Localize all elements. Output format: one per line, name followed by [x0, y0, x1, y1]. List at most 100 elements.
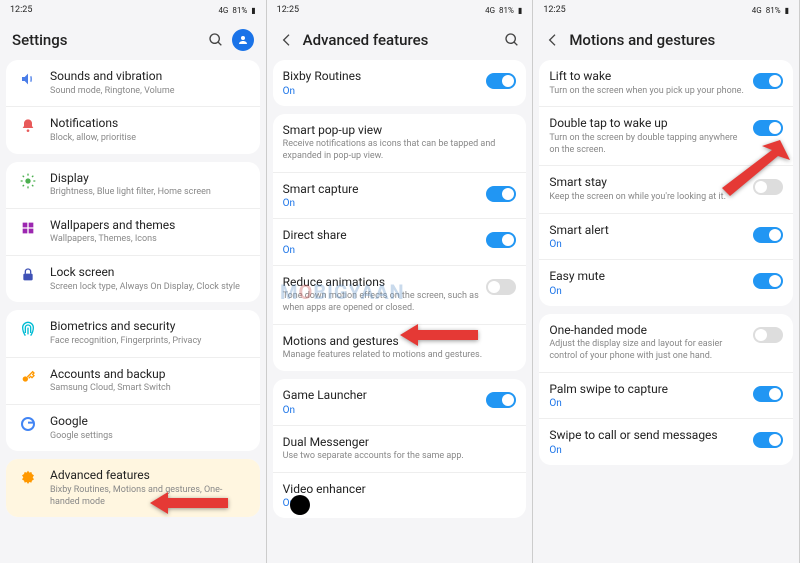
row-status: On — [549, 445, 747, 456]
row-subtitle: Use two separate accounts for the same a… — [283, 451, 517, 463]
row-title: Lift to wake — [549, 69, 747, 85]
row-status: On — [549, 286, 747, 297]
row-title: Motions and gestures — [283, 334, 517, 350]
row-title: Sounds and vibration — [50, 69, 250, 85]
toggle-switch[interactable] — [486, 73, 516, 89]
speaker-icon — [16, 71, 40, 87]
status-bar: 12:25 4G81%▮ — [267, 0, 533, 20]
settings-card: One-handed modeAdjust the display size a… — [539, 314, 793, 465]
sun-icon — [16, 173, 40, 189]
settings-card: Biometrics and securityFace recognition,… — [6, 310, 260, 451]
row-title: Advanced features — [50, 468, 250, 484]
toggle-switch[interactable] — [753, 73, 783, 89]
settings-row[interactable]: Bixby RoutinesOn — [273, 60, 527, 106]
toggle-switch[interactable] — [753, 227, 783, 243]
row-status: On — [549, 239, 747, 250]
settings-row[interactable]: Advanced featuresBixby Routines, Motions… — [6, 459, 260, 517]
page-title: Settings — [12, 31, 200, 49]
row-status: On — [283, 405, 481, 416]
settings-row[interactable]: Smart stayKeep the screen on while you'r… — [539, 165, 793, 212]
row-title: Dual Messenger — [283, 435, 517, 451]
settings-row[interactable]: Direct shareOn — [273, 218, 527, 265]
row-status: On — [283, 86, 481, 97]
settings-card: Smart pop-up viewReceive notifications a… — [273, 114, 527, 371]
row-title: Notifications — [50, 116, 250, 132]
settings-row[interactable]: Smart captureOn — [273, 172, 527, 219]
row-title: Smart alert — [549, 223, 747, 239]
profile-avatar[interactable] — [232, 29, 254, 51]
advanced-features-panel: 12:25 4G81%▮ Advanced features Bixby Rou… — [267, 0, 534, 563]
google-icon — [16, 416, 40, 432]
settings-row[interactable]: Swipe to call or send messagesOn — [539, 418, 793, 465]
settings-card: Bixby RoutinesOn — [273, 60, 527, 106]
settings-row[interactable]: Easy muteOn — [539, 259, 793, 306]
settings-card: Lift to wakeTurn on the screen when you … — [539, 60, 793, 306]
settings-row[interactable]: Accounts and backupSamsung Cloud, Smart … — [6, 357, 260, 404]
row-title: Double tap to wake up — [549, 116, 747, 132]
row-subtitle: Bixby Routines, Motions and gestures, On… — [50, 485, 250, 508]
settings-header: Settings — [0, 20, 266, 60]
settings-row[interactable]: Wallpapers and themesWallpapers, Themes,… — [6, 208, 260, 255]
status-bar: 12:25 4G 81%▮ — [0, 0, 266, 20]
toggle-switch[interactable] — [753, 120, 783, 136]
back-icon[interactable] — [279, 32, 295, 48]
row-title: Smart stay — [549, 175, 747, 191]
motions-header: Motions and gestures — [533, 20, 799, 60]
search-icon[interactable] — [208, 32, 224, 48]
row-status: On — [283, 245, 481, 256]
bell-icon — [16, 118, 40, 134]
settings-row[interactable]: GoogleGoogle settings — [6, 404, 260, 451]
settings-row[interactable]: Reduce animationsTone down motion effect… — [273, 265, 527, 324]
motions-gestures-panel: 12:25 4G81%▮ Motions and gestures Lift t… — [533, 0, 800, 563]
advanced-list[interactable]: Bixby RoutinesOn Smart pop-up viewReceive… — [267, 60, 533, 563]
assistant-fab[interactable] — [290, 495, 310, 515]
toggle-switch[interactable] — [486, 392, 516, 408]
row-title: Wallpapers and themes — [50, 218, 250, 234]
settings-row[interactable]: One-handed modeAdjust the display size a… — [539, 314, 793, 372]
row-title: Reduce animations — [283, 275, 481, 291]
toggle-switch[interactable] — [753, 179, 783, 195]
settings-row[interactable]: Smart pop-up viewReceive notifications a… — [273, 114, 527, 172]
toggle-switch[interactable] — [753, 432, 783, 448]
settings-row[interactable]: Game LauncherOn — [273, 379, 527, 425]
settings-row[interactable]: NotificationsBlock, allow, prioritise — [6, 106, 260, 153]
motions-list[interactable]: Lift to wakeTurn on the screen when you … — [533, 60, 799, 563]
settings-row[interactable]: Biometrics and securityFace recognition,… — [6, 310, 260, 356]
row-title: Swipe to call or send messages — [549, 428, 747, 444]
settings-row[interactable]: Motions and gesturesManage features rela… — [273, 324, 527, 371]
toggle-switch[interactable] — [753, 273, 783, 289]
settings-card: Advanced featuresBixby Routines, Motions… — [6, 459, 260, 517]
settings-list[interactable]: Sounds and vibrationSound mode, Ringtone… — [0, 60, 266, 563]
palette-icon — [16, 220, 40, 236]
row-subtitle: Adjust the display size and layout for e… — [549, 339, 747, 362]
settings-row[interactable]: Lift to wakeTurn on the screen when you … — [539, 60, 793, 106]
settings-row[interactable]: Palm swipe to captureOn — [539, 372, 793, 419]
search-icon[interactable] — [504, 32, 520, 48]
settings-row[interactable]: Smart alertOn — [539, 213, 793, 260]
settings-row[interactable]: Dual MessengerUse two separate accounts … — [273, 425, 527, 472]
row-title: Palm swipe to capture — [549, 382, 747, 398]
settings-panel: 12:25 4G 81%▮ Settings Sounds and vibrat… — [0, 0, 267, 563]
row-title: Direct share — [283, 228, 481, 244]
row-title: Accounts and backup — [50, 367, 250, 383]
row-subtitle: Screen lock type, Always On Display, Clo… — [50, 282, 250, 294]
toggle-switch[interactable] — [486, 186, 516, 202]
row-subtitle: Wallpapers, Themes, Icons — [50, 234, 250, 246]
settings-row[interactable]: Sounds and vibrationSound mode, Ringtone… — [6, 60, 260, 106]
row-subtitle: Keep the screen on while you're looking … — [549, 192, 747, 204]
toggle-switch[interactable] — [753, 386, 783, 402]
toggle-switch[interactable] — [486, 279, 516, 295]
status-bar: 12:25 4G81%▮ — [533, 0, 799, 20]
settings-row[interactable]: Video enhancerOn — [273, 472, 527, 519]
toggle-switch[interactable] — [753, 327, 783, 343]
lock-icon — [16, 267, 40, 283]
settings-row[interactable]: DisplayBrightness, Blue light filter, Ho… — [6, 162, 260, 208]
back-icon[interactable] — [545, 32, 561, 48]
row-subtitle: Sound mode, Ringtone, Volume — [50, 86, 250, 98]
settings-card: DisplayBrightness, Blue light filter, Ho… — [6, 162, 260, 303]
toggle-switch[interactable] — [486, 232, 516, 248]
settings-row[interactable]: Lock screenScreen lock type, Always On D… — [6, 255, 260, 302]
row-subtitle: Receive notifications as icons that can … — [283, 139, 517, 162]
row-title: Easy mute — [549, 269, 747, 285]
settings-row[interactable]: Double tap to wake upTurn on the screen … — [539, 106, 793, 165]
